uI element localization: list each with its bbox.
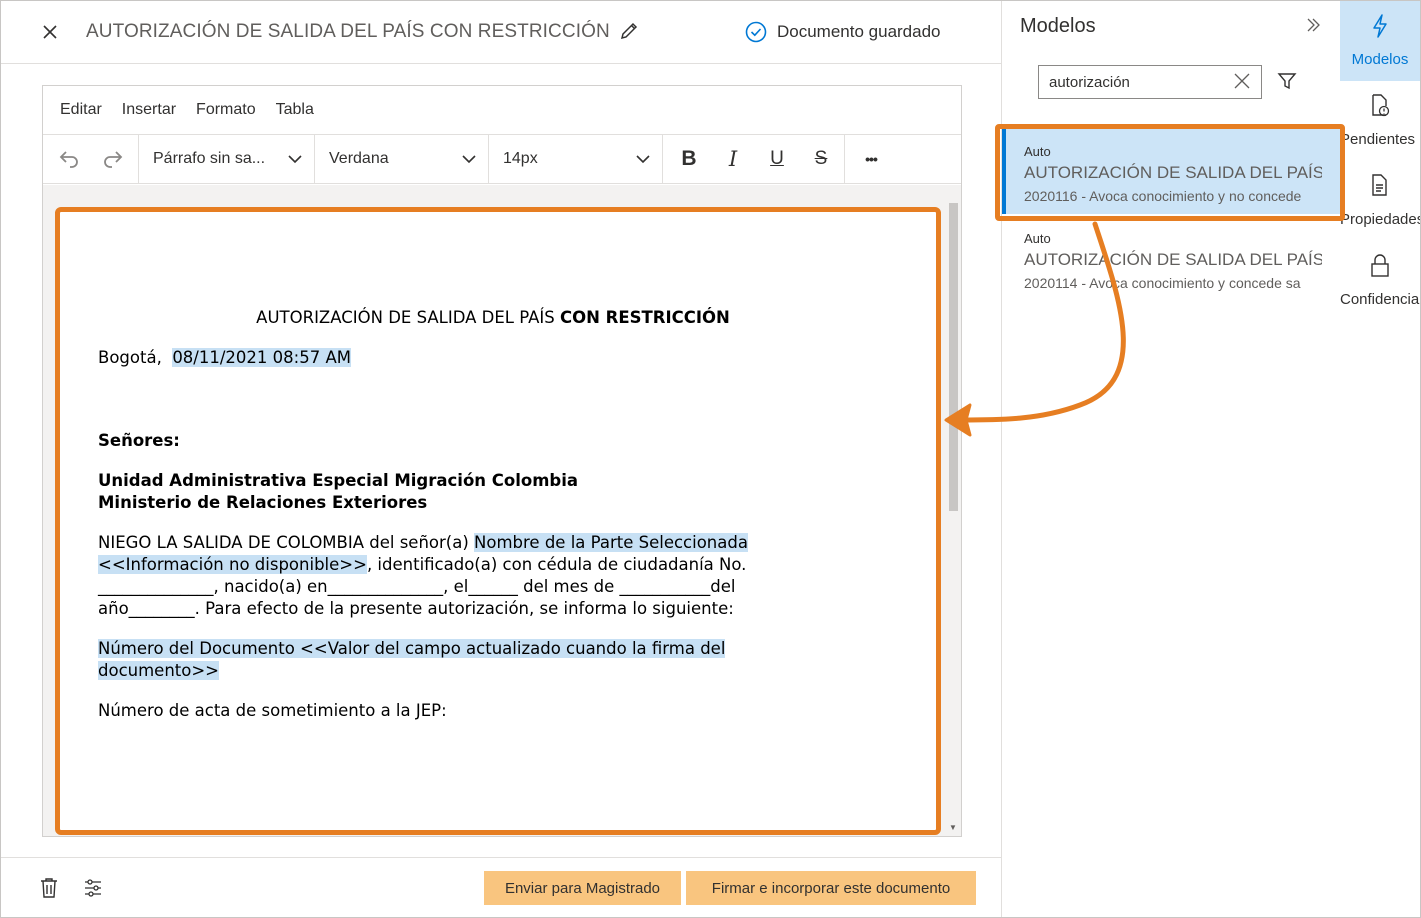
undo-button[interactable] — [47, 137, 91, 181]
rail-label: Confidencialidad — [1340, 291, 1420, 308]
menu-editar[interactable]: Editar — [60, 101, 102, 119]
model-type: Auto — [1024, 231, 1051, 246]
model-search-input[interactable]: autorización — [1038, 65, 1262, 99]
scroll-thumb[interactable] — [949, 203, 958, 511]
city-text: Bogotá, — [98, 348, 162, 367]
search-value: autorización — [1049, 73, 1130, 91]
lock-icon — [1371, 254, 1389, 277]
check-circle-icon — [745, 21, 767, 43]
rail-item-propiedades[interactable]: Propiedades — [1340, 161, 1420, 241]
document-clock-icon — [1372, 94, 1390, 117]
model-description: 2020114 - Avoca conocimiento y concede s… — [1024, 275, 1301, 291]
body-text-2: , identificado(a) con cédula de ciudadan… — [366, 555, 747, 574]
clear-search-button[interactable] — [1233, 72, 1251, 95]
model-item-2[interactable]: Auto AUTORIZACIÓN DE SALIDA DEL PAÍS SIN… — [1002, 215, 1341, 301]
recipient-1: Unidad Administrativa Especial Migración… — [98, 471, 579, 490]
document-list-icon — [1372, 174, 1387, 196]
rich-text-editor: Editar Insertar Formato Tabla Párrafo si… — [42, 85, 962, 837]
edit-title-button[interactable] — [619, 21, 641, 43]
recipient-2: Ministerio de Relaciones Exteriores — [98, 493, 428, 512]
underline-button[interactable]: U — [755, 137, 799, 181]
close-button[interactable] — [37, 19, 63, 45]
editor-menubar: Editar Insertar Formato Tabla — [43, 86, 961, 134]
date-field: 08/11/2021 08:57 AM — [172, 348, 351, 367]
document-title: AUTORIZACIÓN DE SALIDA DEL PAÍS CON REST… — [86, 21, 610, 42]
info-field: <<Información no disponible>> — [98, 555, 367, 574]
annotation-highlight-box — [995, 124, 1345, 221]
delete-button[interactable] — [39, 877, 59, 904]
salutation: Señores: — [98, 431, 180, 450]
doc-number-field-2: documento>> — [98, 661, 219, 680]
document-heading: AUTORIZACIÓN DE SALIDA DEL PAÍS CON REST… — [98, 307, 888, 329]
rail-label: Pendientes — [1340, 131, 1416, 148]
double-chevron-right-icon — [1307, 18, 1320, 32]
rail-label: Propiedades — [1340, 211, 1420, 228]
paragraph-style-select[interactable]: Párrafo sin sa... — [139, 134, 315, 184]
redo-button[interactable] — [91, 137, 135, 181]
saved-status-text: Documento guardado — [777, 22, 941, 41]
undo-icon — [59, 151, 78, 168]
more-options-button[interactable]: ••• — [849, 137, 893, 181]
menu-insertar[interactable]: Insertar — [122, 101, 176, 119]
close-icon — [1234, 73, 1250, 89]
heading-bold: CON RESTRICCIÓN — [559, 308, 730, 327]
pencil-icon — [620, 22, 638, 40]
lightning-icon — [1373, 14, 1387, 38]
editor-panel: AUTORIZACIÓN DE SALIDA DEL PAÍS CON REST… — [1, 1, 1001, 917]
editor-footer: Enviar para Magistrado Firmar e incorpor… — [1, 857, 1001, 917]
body-paragraph: NIEGO LA SALIDA DE COLOMBIA del señor(a)… — [98, 532, 898, 620]
models-title: Modelos — [1020, 15, 1096, 37]
sign-and-incorporate-button[interactable]: Firmar e incorporar este documento — [686, 871, 976, 905]
trash-icon — [41, 878, 57, 898]
strikethrough-button[interactable]: S — [799, 137, 843, 181]
format-group: B I U S — [663, 134, 845, 184]
model-name: AUTORIZACIÓN DE SALIDA DEL PAÍS SIN REST… — [1024, 250, 1322, 269]
chevron-down-icon — [636, 155, 650, 164]
menu-tabla[interactable]: Tabla — [276, 101, 314, 119]
font-family-value: Verdana — [329, 150, 389, 167]
body-text-4: año________. Para efecto de la presente … — [98, 599, 734, 618]
history-group — [43, 134, 139, 184]
italic-button[interactable]: I — [711, 137, 755, 181]
chevron-down-icon — [462, 155, 476, 164]
font-size-select[interactable]: 14px — [489, 134, 663, 184]
document-content: AUTORIZACIÓN DE SALIDA DEL PAÍS CON REST… — [98, 307, 898, 722]
font-family-select[interactable]: Verdana — [315, 134, 489, 184]
document-area[interactable]: AUTORIZACIÓN DE SALIDA DEL PAÍS CON REST… — [43, 185, 961, 836]
close-icon — [43, 25, 57, 39]
filter-icon — [1277, 73, 1297, 90]
date-line: Bogotá, 08/11/2021 08:57 AM — [98, 347, 898, 369]
editor-header: AUTORIZACIÓN DE SALIDA DEL PAÍS CON REST… — [1, 1, 1001, 64]
font-size-value: 14px — [503, 150, 538, 167]
act-number-line: Número de acta de sometimiento a la JEP: — [98, 701, 447, 720]
doc-number-paragraph: Número del Documento <<Valor del campo a… — [98, 638, 898, 682]
body-text-3: ______________, nacido(a) en____________… — [98, 577, 736, 596]
doc-number-field: Número del Documento <<Valor del campo a… — [98, 639, 726, 658]
chevron-down-icon — [288, 155, 302, 164]
settings-button[interactable] — [83, 877, 103, 904]
menu-formato[interactable]: Formato — [196, 101, 256, 119]
party-name-field: Nombre de la Parte Seleccionada — [474, 533, 748, 552]
save-status: Documento guardado — [745, 21, 941, 43]
body-text-1: NIEGO LA SALIDA DE COLOMBIA del señor(a) — [98, 533, 475, 552]
scroll-down-icon[interactable]: ▼ — [949, 823, 957, 832]
bold-button[interactable]: B — [667, 137, 711, 181]
rail-item-modelos[interactable]: Modelos — [1340, 1, 1420, 81]
right-rail: Modelos Pendientes Propiedades Confidenc… — [1340, 1, 1420, 917]
paragraph-style-value: Párrafo sin sa... — [153, 150, 266, 167]
recipients: Unidad Administrativa Especial Migración… — [98, 470, 898, 514]
rail-item-pendientes[interactable]: Pendientes — [1340, 81, 1420, 161]
redo-icon — [104, 151, 123, 168]
rail-item-confidencialidad[interactable]: Confidencialidad — [1340, 241, 1420, 321]
document-page[interactable]: AUTORIZACIÓN DE SALIDA DEL PAÍS CON REST… — [55, 207, 941, 835]
heading-normal: AUTORIZACIÓN DE SALIDA DEL PAÍS — [256, 308, 560, 327]
send-to-magistrate-button[interactable]: Enviar para Magistrado — [484, 871, 681, 905]
filter-button[interactable] — [1277, 71, 1297, 96]
document-scrollbar[interactable]: ▼ — [945, 185, 961, 836]
collapse-panel-button[interactable] — [1305, 17, 1321, 38]
sliders-icon — [85, 879, 101, 897]
editor-toolbar: Párrafo sin sa... Verdana 14px B I U S •… — [43, 134, 961, 184]
rail-label: Modelos — [1351, 51, 1409, 68]
